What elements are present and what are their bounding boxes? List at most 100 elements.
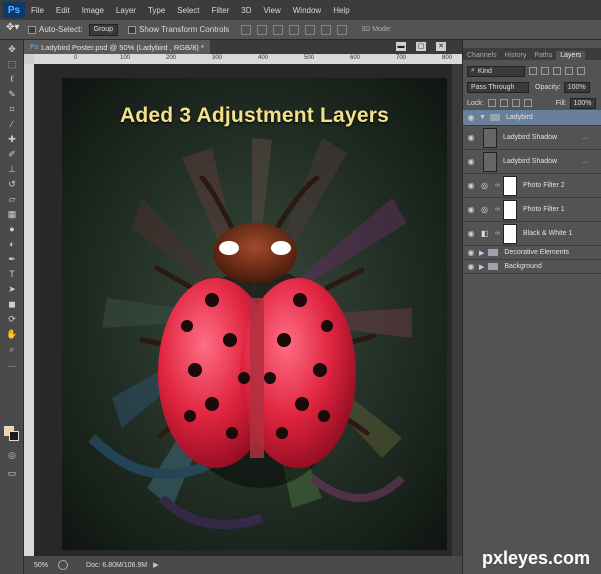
marquee-tool-icon[interactable]: ⬚ [4, 58, 20, 70]
path-select-tool-icon[interactable]: ➤ [4, 283, 20, 295]
lock-all-icon[interactable] [523, 99, 532, 107]
crop-tool-icon[interactable]: ⌗ [4, 103, 20, 115]
layer-row[interactable]: ◉ ◎ ∞ Photo Filter 1 [463, 198, 601, 222]
align-top-icon[interactable] [241, 24, 252, 35]
menu-edit[interactable]: Edit [50, 6, 76, 15]
zoom-tool-icon[interactable]: ⌕ [4, 343, 20, 355]
menu-filter[interactable]: Filter [206, 6, 236, 15]
visibility-eye-icon[interactable]: ◉ [467, 113, 475, 122]
more-tools-icon[interactable]: … [4, 358, 20, 370]
gradient-tool-icon[interactable]: ▦ [4, 208, 20, 220]
lock-position-icon[interactable] [511, 99, 520, 107]
visibility-eye-icon[interactable]: ◉ [467, 248, 475, 257]
status-icon[interactable] [58, 560, 69, 570]
show-transform-checkbox[interactable] [128, 25, 137, 34]
menu-select[interactable]: Select [171, 6, 205, 15]
poster-artwork[interactable]: Aded 3 Adjustment Layers [62, 78, 447, 550]
menu-help[interactable]: Help [327, 6, 355, 15]
shape-tool-icon[interactable]: ◼ [4, 298, 20, 310]
type-filter-icon[interactable] [553, 67, 561, 75]
layer-row[interactable]: ◉ ▶ Background [463, 260, 601, 274]
canvas-area[interactable]: Aded 3 Adjustment Layers [34, 64, 452, 556]
menu-file[interactable]: File [25, 6, 50, 15]
eraser-tool-icon[interactable]: ▱ [4, 193, 20, 205]
blend-mode-dropdown[interactable]: Pass Through [467, 81, 529, 93]
lock-transparent-icon[interactable] [487, 99, 496, 107]
layer-effects-indicator[interactable]: ... [582, 134, 588, 141]
type-tool-icon[interactable]: T [4, 268, 20, 280]
blur-tool-icon[interactable]: ● [4, 223, 20, 235]
close-button[interactable]: ✕ [436, 42, 446, 51]
3d-mode-label: 3D Mode: [361, 26, 392, 33]
move-tool-icon[interactable]: ✥ [4, 43, 20, 55]
visibility-eye-icon[interactable]: ◉ [467, 262, 475, 271]
move-tool-preset-icon[interactable]: ✥▾ [6, 22, 28, 38]
menu-window[interactable]: Window [287, 6, 327, 15]
pixel-filter-icon[interactable] [529, 67, 537, 75]
link-chain-icon[interactable]: ∞ [495, 230, 501, 237]
align-hcenter-icon[interactable] [305, 24, 316, 35]
smart-filter-icon[interactable] [577, 67, 585, 75]
expand-caret-icon[interactable]: ▶ [479, 249, 484, 257]
align-left-icon[interactable] [289, 24, 300, 35]
brush-tool-icon[interactable]: ✐ [4, 148, 20, 160]
minimize-button[interactable]: ▬ [396, 42, 406, 51]
healing-brush-icon[interactable]: ✚ [4, 133, 20, 145]
layer-row[interactable]: ◉ Ladybird Shadow ... [463, 150, 601, 174]
tab-history[interactable]: History [501, 51, 531, 60]
link-chain-icon[interactable]: ∞ [495, 182, 501, 189]
quick-mask-icon[interactable]: ◎ [4, 449, 20, 461]
hand-tool-icon[interactable]: ✋ [4, 328, 20, 340]
menu-3d[interactable]: 3D [235, 6, 257, 15]
menu-image[interactable]: Image [76, 6, 110, 15]
history-brush-icon[interactable]: ↺ [4, 178, 20, 190]
tab-layers[interactable]: Layers [556, 51, 586, 60]
visibility-eye-icon[interactable]: ◉ [467, 229, 475, 238]
layer-row[interactable]: ◉ ◎ ∞ Photo Filter 2 [463, 174, 601, 198]
status-arrow-icon[interactable]: ▶ [153, 561, 158, 569]
screen-mode-icon[interactable]: ▭ [4, 467, 20, 479]
layer-row[interactable]: ◉ Ladybird Shadow ... [463, 126, 601, 150]
link-chain-icon[interactable]: ∞ [495, 206, 501, 213]
auto-select-dropdown[interactable]: Group [88, 23, 119, 36]
layer-effects-indicator[interactable]: ... [582, 158, 588, 165]
layer-row[interactable]: ◉ ▼ Ladybird [463, 110, 601, 126]
menu-type[interactable]: Type [142, 6, 171, 15]
lock-image-icon[interactable] [499, 99, 508, 107]
doc-info[interactable]: Doc: 6.80M/106.9M [86, 562, 147, 569]
adjustment-filter-icon[interactable] [541, 67, 549, 75]
shape-filter-icon[interactable] [565, 67, 573, 75]
auto-select-checkbox[interactable] [28, 25, 36, 34]
fill-input[interactable]: 100% [569, 97, 596, 109]
expand-caret-icon[interactable]: ▶ [479, 263, 484, 271]
opacity-input[interactable]: 100% [563, 81, 590, 93]
visibility-eye-icon[interactable]: ◉ [467, 133, 475, 142]
zoom-level[interactable]: 50% [34, 562, 48, 569]
layer-row[interactable]: ◉ ◧ ∞ Black & White 1 [463, 222, 601, 246]
layer-row[interactable]: ◉ ▶ Decorative Elements [463, 246, 601, 260]
lasso-tool-icon[interactable]: ℓ [4, 73, 20, 85]
restore-button[interactable]: ▢ [416, 42, 426, 51]
align-vcenter-icon[interactable] [257, 24, 268, 35]
align-bottom-icon[interactable] [273, 24, 284, 35]
expand-caret-icon[interactable]: ▼ [479, 114, 486, 121]
vertical-scrollbar[interactable] [452, 64, 462, 556]
menu-view[interactable]: View [258, 6, 287, 15]
menu-layer[interactable]: Layer [110, 6, 142, 15]
visibility-eye-icon[interactable]: ◉ [467, 205, 475, 214]
visibility-eye-icon[interactable]: ◉ [467, 157, 475, 166]
tab-paths[interactable]: Paths [530, 51, 556, 60]
quick-select-tool-icon[interactable]: ✎ [4, 88, 20, 100]
stamp-tool-icon[interactable]: ⊥ [4, 163, 20, 175]
tab-channels[interactable]: Channels [463, 51, 501, 60]
document-tab[interactable]: Ps Ladybird Poster.psd @ 50% (Ladybird ,… [24, 40, 210, 54]
pen-tool-icon[interactable]: ✒ [4, 253, 20, 265]
distribute-icon[interactable] [337, 24, 348, 35]
kind-filter-dropdown[interactable]: ⌕ Kind [467, 65, 525, 77]
align-right-icon[interactable] [321, 24, 332, 35]
dodge-tool-icon[interactable]: ◐ [4, 238, 20, 250]
3d-tool-icon[interactable]: ⟳ [4, 313, 20, 325]
eyedropper-tool-icon[interactable]: ⁄ [4, 118, 20, 130]
visibility-eye-icon[interactable]: ◉ [467, 181, 475, 190]
background-color-swatch[interactable] [9, 431, 19, 441]
